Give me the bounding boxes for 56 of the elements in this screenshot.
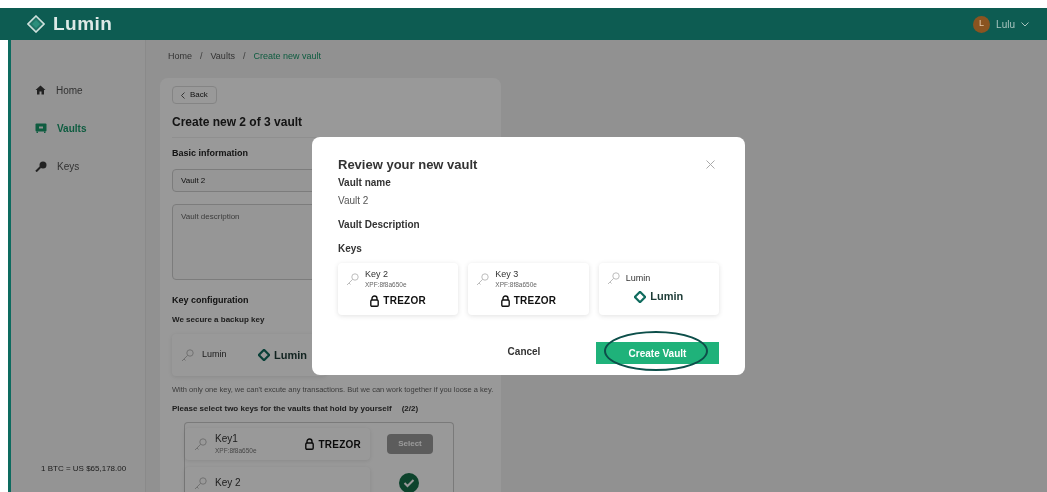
brand-name: TREZOR (383, 294, 426, 308)
chevron-left-icon (181, 91, 185, 99)
key-icon (346, 273, 359, 286)
brand-name: Lumin (274, 347, 307, 363)
selection-count: (2/2) (401, 403, 419, 416)
key-icon (181, 348, 194, 362)
breadcrumb-link[interactable]: Vaults (210, 50, 235, 64)
field-value: Vault 2 (338, 193, 370, 208)
chevron-down-icon (1021, 21, 1029, 27)
backup-label: We secure a backup key (172, 314, 265, 326)
select-prompt: Please select two keys for the vaults that hold by yourself (172, 403, 392, 416)
sidebar-item[interactable]: Keys (11, 156, 145, 176)
breadcrumb-separator: / (242, 50, 246, 64)
key-name: Key1 (215, 433, 239, 446)
dialog-title: Review your new vault (338, 156, 478, 174)
key-name: Lumin (625, 273, 651, 285)
brand-name: TREZOR (318, 437, 361, 452)
key-icon (194, 437, 207, 451)
key-icon (194, 476, 207, 490)
close-button[interactable] (706, 160, 715, 170)
key-icon (606, 272, 620, 286)
sidebar-item[interactable]: Vaults (11, 118, 145, 138)
user-avatar: L (973, 15, 991, 33)
breadcrumb-current: Create new vault (253, 50, 321, 64)
lock-icon (500, 294, 510, 307)
close-icon (706, 160, 715, 170)
key-icon (35, 160, 47, 172)
diamond-icon (258, 349, 270, 361)
field-label: Vault name (338, 175, 392, 190)
section-heading: Key configuration (172, 293, 249, 307)
breadcrumb-link[interactable]: Home (168, 50, 192, 64)
lock-icon (370, 294, 380, 307)
back-button[interactable]: Back (172, 86, 217, 104)
exchange-rate: 1 BTC = US $65,178.00 (40, 463, 128, 475)
vault-icon (35, 123, 47, 133)
user-menu[interactable]: L Lulu (973, 15, 1029, 33)
home-icon (35, 85, 46, 95)
key-name: Key 2 (215, 477, 242, 490)
section-heading: Basic information (172, 147, 248, 160)
lock-icon (305, 438, 315, 451)
logo-icon (27, 15, 45, 33)
key-icon (476, 273, 490, 286)
key-name: Key 2 (365, 269, 389, 281)
field-label: Vault Description (338, 217, 421, 232)
create-vault-button[interactable]: Create Vault (596, 342, 719, 364)
key-name: Key 3 (495, 269, 520, 281)
field-label: Keys (338, 241, 363, 256)
breadcrumb-separator: / (200, 50, 203, 64)
brand-name: TREZOR (513, 294, 557, 308)
brand-name: Lumin (650, 289, 684, 305)
select-button[interactable]: Select (387, 434, 433, 455)
sidebar-item[interactable]: Home (11, 80, 145, 100)
diamond-icon (634, 290, 647, 303)
cancel-button[interactable]: Cancel (462, 340, 586, 363)
app-logo-text: Lumin (53, 11, 113, 36)
key-name: Lumin (202, 348, 228, 362)
